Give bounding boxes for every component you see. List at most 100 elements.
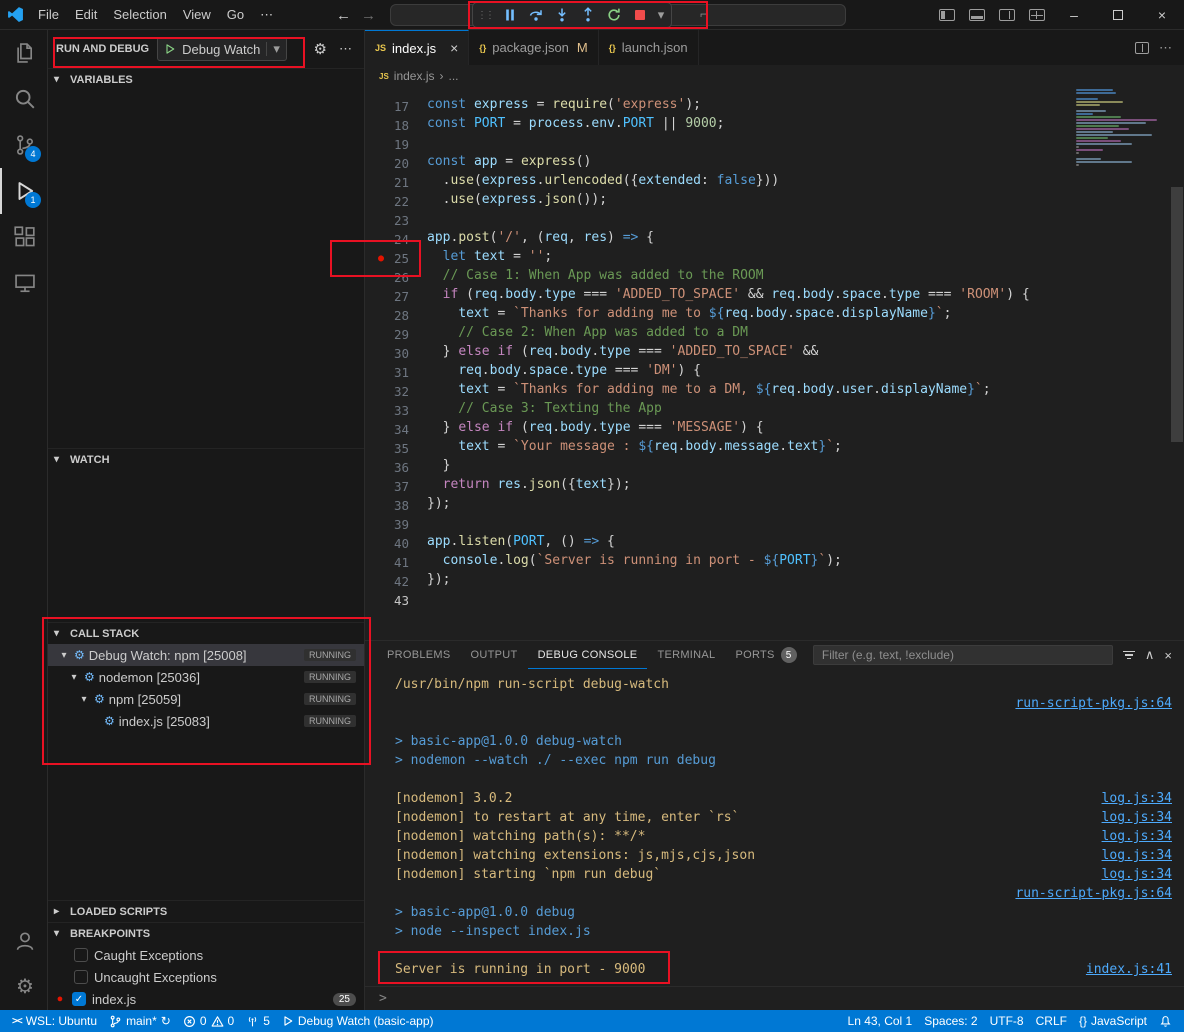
- activity-explorer[interactable]: [0, 30, 48, 76]
- problems-status[interactable]: 00: [177, 1010, 240, 1032]
- sidebar-more-icon[interactable]: ⋯: [335, 41, 356, 57]
- code-line-31[interactable]: 31 req.body.space.type === 'DM') {: [365, 363, 1074, 382]
- toggle-sidebar-icon[interactable]: [939, 9, 955, 21]
- code-line-36[interactable]: 36 }: [365, 458, 1074, 477]
- gutter[interactable]: 35: [365, 439, 427, 458]
- debug-console-input[interactable]: >: [365, 986, 1184, 1010]
- toolbar-extra-icon[interactable]: ⌐: [700, 7, 707, 21]
- minimize-button[interactable]: –: [1052, 0, 1096, 30]
- code-line-41[interactable]: 41 console.log(`Server is running in por…: [365, 553, 1074, 572]
- step-into-icon[interactable]: [549, 4, 575, 26]
- code-line-30[interactable]: 30 } else if (req.body.type === 'ADDED_T…: [365, 344, 1074, 363]
- start-debug-icon[interactable]: [164, 43, 176, 55]
- loaded-scripts-section-header[interactable]: ▸ LOADED SCRIPTS: [48, 900, 364, 922]
- code-line-29[interactable]: 29 // Case 2: When App was added to a DM: [365, 325, 1074, 344]
- console-source-link[interactable]: run-script-pkg.js:64: [1015, 886, 1172, 901]
- code-line-24[interactable]: 24 app.post('/', (req, res) => {: [365, 230, 1074, 249]
- scrollbar-thumb[interactable]: [1171, 187, 1183, 442]
- indentation[interactable]: Spaces: 2: [918, 1010, 983, 1032]
- code-line-21[interactable]: 21 .use(express.urlencoded({extended: fa…: [365, 173, 1074, 192]
- menu-edit[interactable]: Edit: [67, 4, 105, 26]
- gutter[interactable]: 17: [365, 97, 427, 116]
- close-panel-icon[interactable]: ×: [1164, 648, 1172, 663]
- gutter[interactable]: 31: [365, 363, 427, 382]
- gutter[interactable]: 42: [365, 572, 427, 591]
- language-mode[interactable]: {}JavaScript: [1073, 1010, 1153, 1032]
- breakpoint-item[interactable]: ● ✓ index.js 25: [48, 988, 364, 1010]
- back-icon[interactable]: ←: [336, 7, 351, 24]
- breakpoint-checkbox[interactable]: [74, 948, 88, 962]
- gutter[interactable]: 33: [365, 401, 427, 420]
- gutter[interactable]: 41: [365, 553, 427, 572]
- maximize-panel-icon[interactable]: ∧: [1145, 647, 1155, 663]
- cursor-position[interactable]: Ln 43, Col 1: [842, 1010, 919, 1032]
- code-line-22[interactable]: 22 .use(express.json());: [365, 192, 1074, 211]
- console-source-link[interactable]: log.js:34: [1102, 810, 1172, 825]
- panel-tab-debug-console[interactable]: DEBUG CONSOLE: [528, 641, 648, 669]
- breadcrumb[interactable]: JS index.js › ...: [365, 65, 1184, 87]
- console-source-link[interactable]: log.js:34: [1102, 867, 1172, 882]
- remote-indicator[interactable]: ><WSL: Ubuntu: [6, 1010, 103, 1032]
- code-line-39[interactable]: 39: [365, 515, 1074, 534]
- gutter[interactable]: 19: [365, 135, 427, 154]
- code-line-25[interactable]: ● 25 let text = '';: [365, 249, 1074, 268]
- debug-settings-gear-icon[interactable]: ⚙: [314, 40, 327, 58]
- gutter[interactable]: 23: [365, 211, 427, 230]
- close-tab-icon[interactable]: ×: [450, 40, 458, 56]
- gutter[interactable]: 22: [365, 192, 427, 211]
- menu-go[interactable]: Go: [219, 4, 252, 26]
- gutter[interactable]: 34: [365, 420, 427, 439]
- maximize-button[interactable]: [1096, 0, 1140, 30]
- config-chevron-icon[interactable]: ▾: [273, 41, 280, 57]
- minimap[interactable]: [1076, 89, 1168, 170]
- debug-console-output[interactable]: /usr/bin/npm run-script debug-watch run-…: [365, 669, 1184, 986]
- toggle-panel-icon[interactable]: [969, 9, 985, 21]
- code-line-33[interactable]: 33 // Case 3: Texting the App: [365, 401, 1074, 420]
- panel-tab-ports[interactable]: PORTS 5: [725, 641, 806, 669]
- gutter[interactable]: 29: [365, 325, 427, 344]
- gutter[interactable]: 38: [365, 496, 427, 515]
- activity-search[interactable]: [0, 76, 48, 122]
- console-source-link[interactable]: log.js:34: [1102, 848, 1172, 863]
- gutter[interactable]: 32: [365, 382, 427, 401]
- code-line-20[interactable]: 20 const app = express(): [365, 154, 1074, 173]
- gutter[interactable]: 27: [365, 287, 427, 306]
- menu-more-icon[interactable]: ⋯: [252, 7, 281, 23]
- tab-launch.json[interactable]: {} launch.json: [599, 30, 699, 65]
- menu-file[interactable]: File: [30, 4, 67, 26]
- tab-index.js[interactable]: JS index.js ×: [365, 30, 469, 65]
- code-line-18[interactable]: 18 const PORT = process.env.PORT || 9000…: [365, 116, 1074, 135]
- split-editor-icon[interactable]: [1135, 42, 1149, 54]
- step-out-icon[interactable]: [575, 4, 601, 26]
- code-line-28[interactable]: 28 text = `Thanks for adding me to ${req…: [365, 306, 1074, 325]
- gutter[interactable]: 26: [365, 268, 427, 287]
- pause-icon[interactable]: [497, 4, 523, 26]
- breadcrumb-more[interactable]: ...: [448, 69, 458, 83]
- step-over-icon[interactable]: [523, 4, 549, 26]
- gutter[interactable]: ● 25: [365, 249, 427, 268]
- gutter[interactable]: 20: [365, 154, 427, 173]
- gutter[interactable]: 39: [365, 515, 427, 534]
- breadcrumb-file[interactable]: index.js: [394, 69, 435, 83]
- panel-tab-problems[interactable]: PROBLEMS: [377, 641, 461, 669]
- stop-dropdown-icon[interactable]: ▾: [655, 4, 667, 26]
- eol[interactable]: CRLF: [1030, 1010, 1073, 1032]
- code-line-26[interactable]: 26 // Case 1: When App was added to the …: [365, 268, 1074, 287]
- gutter[interactable]: 18: [365, 116, 427, 135]
- console-source-link[interactable]: log.js:34: [1102, 791, 1172, 806]
- call-stack-item[interactable]: ⚙ index.js [25083] RUNNING: [48, 710, 364, 732]
- filter-icon[interactable]: [1123, 651, 1135, 660]
- debug-status[interactable]: Debug Watch (basic-app): [276, 1010, 440, 1032]
- call-stack-item[interactable]: ▾ ⚙ nodemon [25036] RUNNING: [48, 666, 364, 688]
- breakpoint-checkbox[interactable]: ✓: [72, 992, 86, 1006]
- tab-package.json[interactable]: {} package.json M: [469, 30, 598, 65]
- console-source-link[interactable]: index.js:41: [1086, 962, 1172, 977]
- gutter[interactable]: 43: [365, 591, 427, 610]
- panel-tab-terminal[interactable]: TERMINAL: [647, 641, 725, 669]
- gutter[interactable]: 37: [365, 477, 427, 496]
- panel-tab-output[interactable]: OUTPUT: [461, 641, 528, 669]
- close-button[interactable]: ×: [1140, 0, 1184, 30]
- variables-section-header[interactable]: ▾ VARIABLES: [48, 68, 364, 90]
- console-filter-input[interactable]: [813, 645, 1113, 665]
- activity-accounts[interactable]: [0, 918, 48, 964]
